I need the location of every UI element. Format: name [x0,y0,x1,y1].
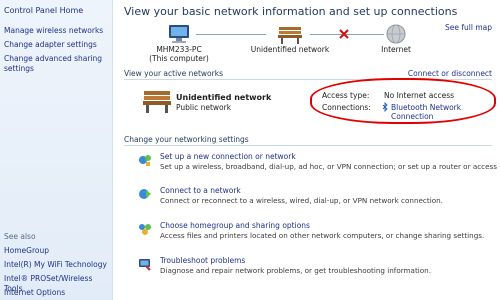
internet-options-link[interactable]: Internet Options [4,288,112,298]
map-computer-label: MHM233-PC (This computer) [144,45,214,63]
change-settings-heading: Change your networking settings [124,135,249,144]
connections-label: Connections: [322,103,371,112]
see-also-heading: See also [4,232,36,241]
homegroup-link[interactable]: HomeGroup [4,246,112,256]
no-connection-x-icon [339,29,349,39]
bluetooth-connection-link[interactable]: Bluetooth Network Connection [391,103,500,121]
bench-icon [278,27,302,44]
connect-or-disconnect-link[interactable]: Connect or disconnect [408,69,492,78]
internet-globe-icon [386,24,406,44]
main-panel: View your basic network information and … [114,0,500,300]
active-network-name: Unidentified network [176,93,272,102]
task-description: Diagnose and repair network problems, or… [160,266,432,275]
homegroup-icon [139,224,151,235]
computer-name: MHM233-PC [156,45,202,54]
task-description: Connect or reconnect to a wireless, wire… [160,196,443,205]
active-networks-heading: View your active networks [124,69,223,78]
manage-wireless-networks-link[interactable]: Manage wireless networks [4,26,112,36]
troubleshoot-problems-link[interactable]: Troubleshoot problems [160,256,245,265]
computer-icon [169,25,189,43]
change-advanced-sharing-settings-link[interactable]: Change advanced sharing settings [4,54,112,74]
bluetooth-icon [382,102,388,112]
access-type-label: Access type: [322,91,370,100]
map-link-line [196,34,266,35]
page-title: View your basic network information and … [124,5,458,18]
access-type-value: No Internet access [384,91,455,100]
control-panel-home-link[interactable]: Control Panel Home [4,6,83,15]
connect-to-network-link[interactable]: Connect to a network [160,186,241,195]
bench-icon [143,91,171,113]
task-description: Access files and printers located on oth… [160,231,485,240]
left-sidebar: Control Panel Home Manage wireless netwo… [0,0,113,300]
homegroup-sharing-options-link[interactable]: Choose homegroup and sharing options [160,221,310,230]
intel-my-wifi-link[interactable]: Intel(R) My WiFi Technology [4,260,112,270]
task-description: Set up a wireless, broadband, dial-up, a… [160,162,500,171]
setup-new-connection-link[interactable]: Set up a new connection or network [160,152,296,161]
map-internet-label: Internet [381,45,411,54]
active-network-type-link[interactable]: Public network [176,103,231,112]
change-adapter-settings-link[interactable]: Change adapter settings [4,40,112,50]
troubleshoot-icon [139,259,151,271]
computer-subtitle: (This computer) [149,54,209,63]
connect-network-icon [139,189,151,199]
new-connection-icon [139,155,151,166]
section-divider [124,145,492,146]
see-full-map-link[interactable]: See full map [445,23,492,32]
map-network-label: Unidentified network [250,45,330,54]
